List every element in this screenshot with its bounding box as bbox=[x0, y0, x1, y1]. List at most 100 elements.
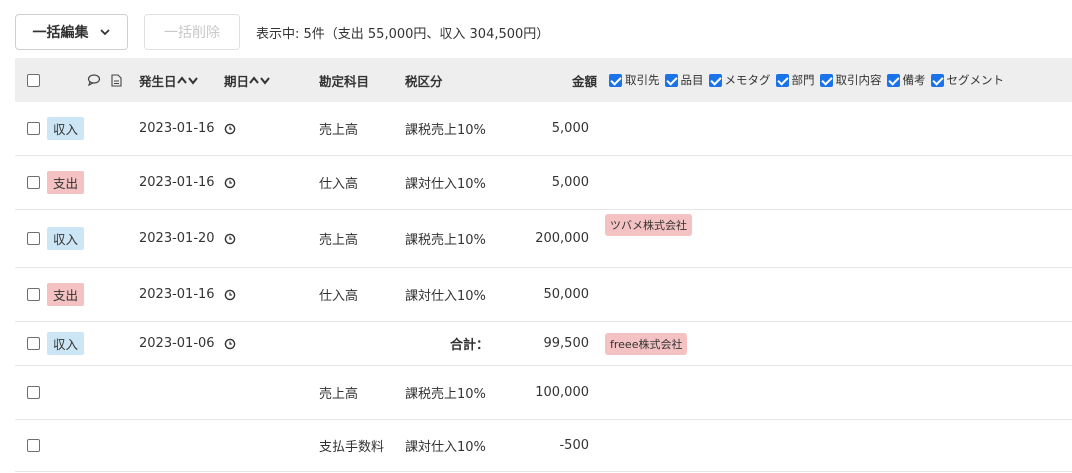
row-select-cell bbox=[27, 156, 40, 209]
filter-checkbox[interactable] bbox=[930, 73, 944, 87]
clock-icon[interactable] bbox=[224, 233, 236, 245]
filter-label: セグメント bbox=[946, 73, 1005, 87]
filter-checkbox[interactable] bbox=[664, 73, 678, 87]
row-select-cell bbox=[27, 268, 40, 321]
table-row[interactable]: 支出 2023-01-16 仕入高 課対仕入10% 50,000 bbox=[15, 268, 1072, 322]
select-all-checkbox[interactable] bbox=[27, 73, 40, 87]
bulk-delete-label: 一括削除 bbox=[164, 25, 220, 41]
issue-date: 2023-01-20 bbox=[139, 231, 215, 246]
type-badge: 収入 bbox=[47, 117, 85, 140]
comment-column bbox=[87, 58, 101, 102]
row-checkbox[interactable] bbox=[27, 439, 40, 452]
table-row[interactable]: 収入 2023-01-16 売上高 課税売上10% 5,000 bbox=[15, 102, 1072, 156]
type-badge: 支出 bbox=[47, 171, 85, 194]
amount: 5,000 bbox=[551, 175, 589, 190]
select-all-cell bbox=[27, 58, 40, 102]
filter-checkbox[interactable] bbox=[609, 73, 622, 87]
tax-category: 課対仕入10% bbox=[405, 177, 486, 192]
table-row[interactable]: 収入 2023-01-06 合計： 99,500 freee株式会社 bbox=[15, 322, 1072, 366]
tax-category: 課税売上10% bbox=[405, 233, 486, 248]
due-date-cell bbox=[224, 210, 236, 267]
filter-checkbox[interactable] bbox=[708, 73, 722, 87]
clock-icon[interactable] bbox=[224, 289, 236, 301]
row-checkbox[interactable] bbox=[27, 288, 40, 301]
column-filter[interactable]: セグメント bbox=[930, 72, 1005, 88]
type-cell: 収入 bbox=[47, 322, 85, 365]
amount: 50,000 bbox=[543, 287, 590, 302]
type-badge: 収入 bbox=[47, 332, 85, 355]
chevron-down-icon bbox=[99, 29, 110, 36]
filter-label: 品目 bbox=[680, 73, 704, 87]
bulk-edit-button[interactable]: 一括編集 bbox=[15, 14, 128, 50]
column-filter[interactable]: 部門 bbox=[775, 72, 815, 88]
column-filter[interactable]: 取引内容 bbox=[819, 72, 882, 88]
header-issue-date-label: 発生日 bbox=[139, 73, 177, 89]
partner-tag[interactable]: ツバメ株式会社 bbox=[605, 214, 692, 236]
type-cell: 収入 bbox=[47, 210, 85, 267]
filter-checkbox[interactable] bbox=[775, 73, 789, 87]
account: 売上高 bbox=[319, 387, 359, 402]
column-filters: 取引先 品目 メモタグ 部門 取引内容 備考 セグメント bbox=[609, 58, 1009, 102]
amount: 200,000 bbox=[535, 231, 589, 246]
account: 売上高 bbox=[319, 233, 359, 248]
due-date-cell bbox=[224, 102, 236, 155]
table-row[interactable]: 売上高 課税売上10% 100,000 bbox=[15, 366, 1072, 420]
table-row[interactable]: 収入 2023-01-20 売上高 課税売上10% 200,000 ツバメ株式会社 bbox=[15, 210, 1072, 268]
filter-checkbox[interactable] bbox=[886, 73, 900, 87]
account: 支払手数料 bbox=[319, 440, 385, 455]
header-issue-date[interactable]: 発生日 bbox=[139, 58, 199, 102]
row-checkbox[interactable] bbox=[27, 337, 40, 350]
row-checkbox[interactable] bbox=[27, 176, 40, 189]
table-body: 収入 2023-01-16 売上高 課税売上10% 5,000 支出 2023-01-16 仕… bbox=[15, 102, 1072, 472]
account: 売上高 bbox=[319, 123, 359, 138]
type-badge: 支出 bbox=[47, 283, 85, 306]
bulk-delete-button[interactable]: 一括削除 bbox=[144, 14, 240, 50]
issue-date: 2023-01-16 bbox=[139, 121, 215, 136]
column-filter[interactable]: 備考 bbox=[886, 72, 926, 88]
sort-icon bbox=[176, 76, 198, 85]
header-due-date-label: 期日 bbox=[224, 73, 250, 89]
row-select-cell bbox=[27, 366, 40, 419]
filter-checkbox[interactable] bbox=[819, 73, 833, 87]
account: 仕入高 bbox=[319, 289, 359, 304]
row-checkbox[interactable] bbox=[27, 122, 40, 135]
receipt-column bbox=[111, 58, 122, 102]
issue-date: 2023-01-16 bbox=[139, 175, 215, 190]
type-cell: 支出 bbox=[47, 156, 85, 209]
clock-icon[interactable] bbox=[224, 123, 236, 135]
tax-category: 課税売上10% bbox=[405, 123, 486, 138]
table-row[interactable]: 支払手数料 課対仕入10% -500 bbox=[15, 420, 1072, 472]
header-tax: 税区分 bbox=[405, 73, 443, 89]
type-cell: 収入 bbox=[47, 102, 85, 155]
amount: 100,000 bbox=[535, 385, 589, 400]
amount: -500 bbox=[559, 438, 589, 453]
transactions-table: 発生日 期日 勘定科目 税区分 金額 取引先 品目 メモタグ 部門 取引内容 備考 セグメン… bbox=[15, 58, 1072, 472]
row-select-cell bbox=[27, 102, 40, 155]
tax-category: 課対仕入10% bbox=[405, 289, 486, 304]
column-filter[interactable]: 取引先 bbox=[609, 72, 660, 88]
due-date-cell bbox=[224, 322, 236, 365]
column-filter[interactable]: メモタグ bbox=[708, 72, 771, 88]
toolbar: 一括編集 一括削除 表示中: 5件（支出 55,000円、収入 304,500円… bbox=[15, 14, 549, 50]
due-date-cell bbox=[224, 156, 236, 209]
sort-icon bbox=[249, 76, 270, 85]
issue-date: 2023-01-06 bbox=[139, 336, 215, 351]
partner-tag[interactable]: freee株式会社 bbox=[605, 332, 688, 355]
clock-icon[interactable] bbox=[224, 177, 236, 189]
tax-category: 課対仕入10% bbox=[405, 440, 486, 455]
account: 仕入高 bbox=[319, 177, 359, 192]
row-checkbox[interactable] bbox=[27, 232, 40, 245]
row-checkbox[interactable] bbox=[27, 386, 40, 399]
filter-label: 備考 bbox=[902, 73, 926, 87]
table-row[interactable]: 支出 2023-01-16 仕入高 課対仕入10% 5,000 bbox=[15, 156, 1072, 210]
header-due-date[interactable]: 期日 bbox=[224, 58, 271, 102]
amount: 99,500 bbox=[543, 336, 590, 351]
partner-tag-cell: ツバメ株式会社 bbox=[605, 214, 692, 236]
column-filter[interactable]: 品目 bbox=[664, 72, 704, 88]
row-select-cell bbox=[27, 210, 40, 267]
clock-icon[interactable] bbox=[224, 338, 236, 350]
row-select-cell bbox=[27, 322, 40, 365]
total-label: 合計： bbox=[449, 338, 489, 353]
header-account: 勘定科目 bbox=[319, 73, 370, 89]
filter-label: 取引内容 bbox=[835, 73, 882, 87]
